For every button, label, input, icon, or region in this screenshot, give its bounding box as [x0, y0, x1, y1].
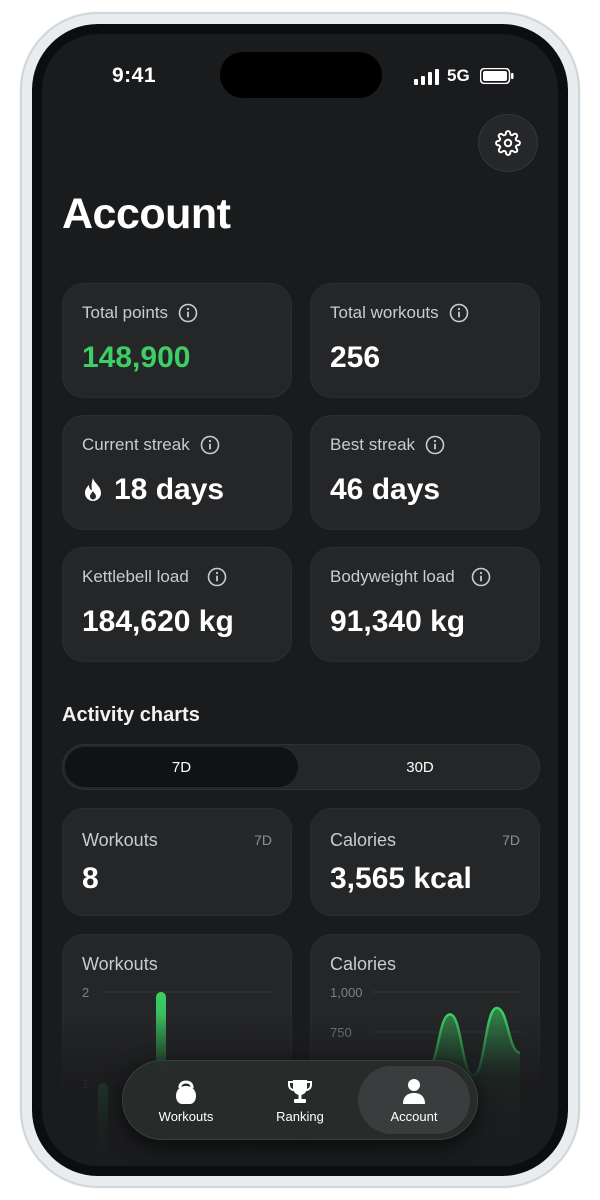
gear-icon	[495, 130, 521, 156]
person-icon	[403, 1078, 425, 1104]
summary-period: 7D	[254, 832, 272, 848]
summary-label: Workouts	[82, 830, 158, 850]
stat-value: 18 days	[114, 473, 225, 506]
summary-value: 8	[82, 862, 99, 895]
stat-card-kettlebell-load[interactable]: Kettlebell load 184,620 kg	[62, 547, 292, 662]
dynamic-island	[220, 52, 382, 98]
info-icon[interactable]	[178, 303, 198, 323]
battery-icon	[480, 68, 514, 84]
stat-label: Current streak	[82, 435, 190, 454]
stat-label: Total workouts	[330, 303, 439, 322]
stat-value: 148,900	[82, 341, 191, 374]
screen: 9:41 5G Account Total points 148,900 Tot…	[42, 34, 558, 1166]
info-icon[interactable]	[449, 303, 469, 323]
kettlebell-icon	[176, 1080, 196, 1104]
stat-label: Bodyweight load	[330, 567, 455, 586]
info-icon[interactable]	[425, 435, 445, 455]
tab-label: Ranking	[276, 1108, 324, 1124]
period-segmented-control: 7D 30D	[62, 744, 540, 790]
tab-label: Workouts	[158, 1108, 214, 1124]
stat-card-best-streak[interactable]: Best streak 46 days	[310, 415, 540, 530]
info-icon[interactable]	[207, 567, 227, 587]
trophy-icon	[288, 1079, 312, 1103]
stat-value: 46 days	[330, 473, 441, 506]
status-time: 9:41	[112, 64, 157, 87]
settings-button[interactable]	[478, 114, 538, 172]
fire-icon	[85, 478, 101, 501]
stat-label: Kettlebell load	[82, 567, 189, 586]
tab-bar: Workouts Ranking Account	[122, 1060, 478, 1140]
tab-7d[interactable]: 7D	[65, 747, 298, 787]
stat-value: 91,340 kg	[330, 605, 466, 638]
page-title: Account	[62, 190, 231, 238]
signal-icon	[414, 69, 439, 85]
info-icon[interactable]	[200, 435, 220, 455]
tab-label: Account	[390, 1108, 438, 1124]
tab-account[interactable]: Account	[358, 1066, 470, 1134]
y-tick-label: 2	[82, 985, 89, 1000]
stat-card-current-streak[interactable]: Current streak 18 days	[62, 415, 292, 530]
summary-card-workouts[interactable]: Workouts 7D 8	[62, 808, 292, 916]
stat-card-bodyweight-load[interactable]: Bodyweight load 91,340 kg	[310, 547, 540, 662]
info-icon[interactable]	[471, 567, 491, 587]
stat-value: 256	[330, 341, 381, 374]
summary-label: Calories	[330, 830, 397, 850]
tab-ranking[interactable]: Ranking	[244, 1066, 356, 1134]
stat-label: Total points	[82, 303, 168, 322]
y-tick-label: 1,000	[330, 985, 363, 1000]
activity-charts-title: Activity charts	[62, 704, 200, 726]
network-label: 5G	[447, 66, 470, 85]
summary-card-calories[interactable]: Calories 7D 3,565 kcal	[310, 808, 540, 916]
summary-value: 3,565 kcal	[330, 862, 472, 895]
tab-30d[interactable]: 30D	[302, 747, 538, 787]
stat-value: 184,620 kg	[82, 605, 234, 638]
stat-card-total-workouts[interactable]: Total workouts 256	[310, 283, 540, 398]
status-bar: 9:41 5G	[42, 34, 558, 114]
stat-label: Best streak	[330, 435, 416, 454]
summary-period: 7D	[502, 832, 520, 848]
stat-card-total-points[interactable]: Total points 148,900	[62, 283, 292, 398]
tab-workouts[interactable]: Workouts	[130, 1066, 242, 1134]
